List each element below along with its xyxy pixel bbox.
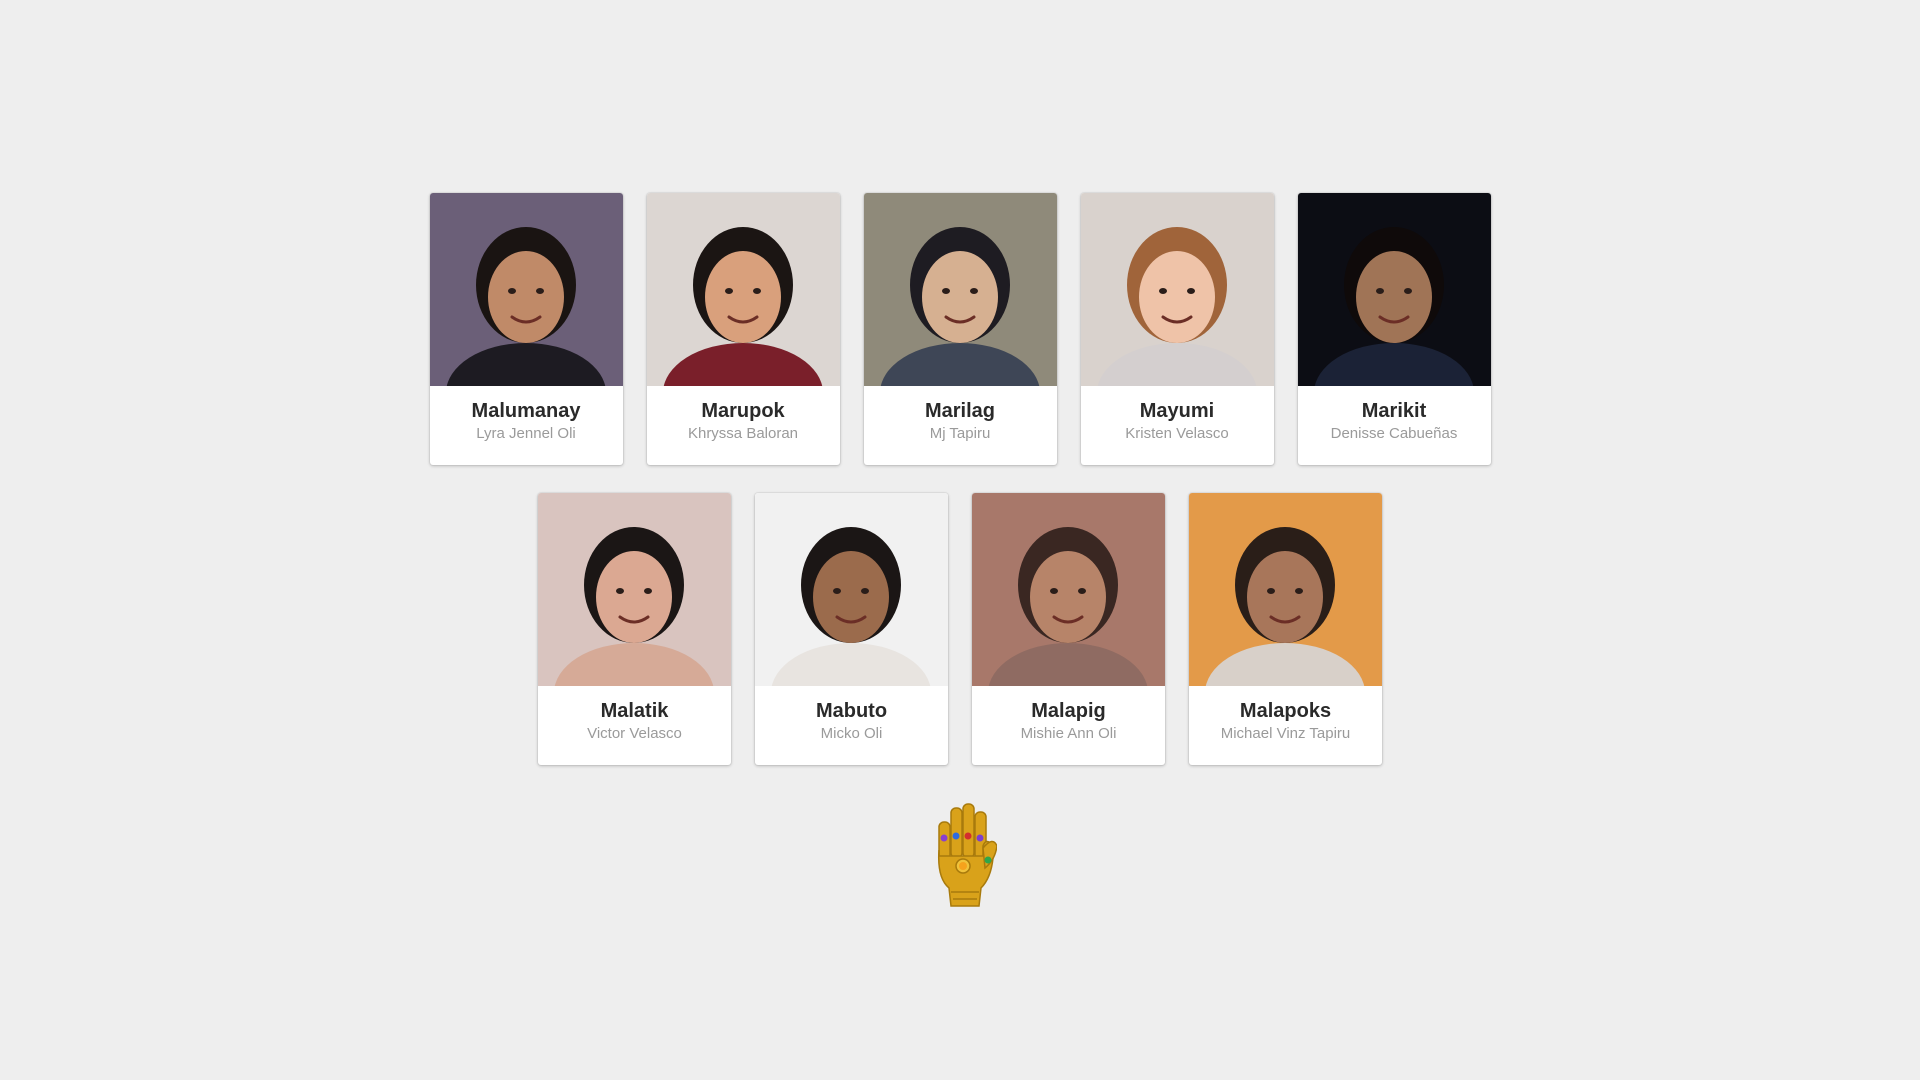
profile-photo	[1189, 493, 1382, 686]
photo-eye-left	[941, 288, 950, 294]
photo-eye-left	[1375, 288, 1384, 294]
card-name: Mj Tapiru	[929, 425, 991, 442]
card-row-1: Malumanay Lyra Jennel Oli Marupok Khryss…	[0, 193, 1920, 465]
card-nickname: Marilag	[924, 400, 996, 422]
photo-face	[1138, 251, 1215, 343]
card-marikit[interactable]: Marikit Denisse Cabueñas	[1297, 193, 1491, 465]
photo-face	[704, 251, 781, 343]
card-mabuto[interactable]: Mabuto Micko Oli	[755, 493, 948, 765]
profile-photo	[755, 493, 948, 686]
card-caption: Mabuto Micko Oli	[755, 686, 948, 765]
photo-eye-left	[1267, 588, 1275, 594]
card-mayumi[interactable]: Mayumi Kristen Velasco	[1080, 193, 1274, 465]
photo-face	[1247, 551, 1323, 643]
portrait-photo	[1189, 493, 1382, 686]
photo-eye-left	[724, 288, 733, 294]
portrait-photo	[755, 493, 948, 686]
card-marupok[interactable]: Marupok Khryssa Baloran	[646, 193, 840, 465]
photo-face	[1355, 251, 1432, 343]
card-name: Mishie Ann Oli	[1020, 725, 1117, 742]
card-name: Denisse Cabueñas	[1330, 425, 1458, 442]
photo-eye-right	[752, 288, 761, 294]
card-nickname: Mabuto	[815, 700, 888, 722]
card-caption: Malapig Mishie Ann Oli	[972, 686, 1165, 765]
card-name: Kristen Velasco	[1125, 425, 1229, 442]
card-malumanay[interactable]: Malumanay Lyra Jennel Oli	[429, 193, 623, 465]
portrait-photo	[972, 493, 1165, 686]
card-name: Michael Vinz Tapiru	[1220, 725, 1351, 742]
photo-face	[596, 551, 672, 643]
card-nickname: Malapoks	[1239, 700, 1332, 722]
card-name: Khryssa Baloran	[687, 425, 799, 442]
card-nickname: Marupok	[701, 400, 785, 422]
profile-photo	[1297, 193, 1491, 386]
photo-eye-left	[1158, 288, 1167, 294]
photo-face	[813, 551, 889, 643]
photo-eye-right	[1403, 288, 1412, 294]
photo-eye-right	[535, 288, 544, 294]
card-row-2: Malatik Victor Velasco Mabuto Micko Oli …	[0, 493, 1920, 765]
card-name: Victor Velasco	[587, 725, 682, 742]
portrait-photo	[863, 193, 1057, 386]
card-caption: Malapoks Michael Vinz Tapiru	[1189, 686, 1382, 765]
photo-eye-right	[1295, 588, 1303, 594]
photo-eye-right	[969, 288, 978, 294]
card-nickname: Mayumi	[1139, 400, 1215, 422]
page-stage: Malumanay Lyra Jennel Oli Marupok Khryss…	[0, 0, 1920, 1080]
card-malapig[interactable]: Malapig Mishie Ann Oli	[972, 493, 1165, 765]
photo-eye-right	[644, 588, 652, 594]
photo-face	[1030, 551, 1106, 643]
card-caption: Marilag Mj Tapiru	[864, 386, 1057, 465]
card-malatik[interactable]: Malatik Victor Velasco	[538, 493, 731, 765]
card-caption: Malumanay Lyra Jennel Oli	[430, 386, 623, 465]
card-caption: Mayumi Kristen Velasco	[1081, 386, 1274, 465]
photo-face	[921, 251, 998, 343]
card-caption: Malatik Victor Velasco	[538, 686, 731, 765]
photo-eye-right	[861, 588, 869, 594]
card-caption: Marikit Denisse Cabueñas	[1298, 386, 1491, 465]
profile-photo	[538, 493, 731, 686]
card-nickname: Marikit	[1361, 400, 1427, 422]
photo-eye-left	[833, 588, 841, 594]
portrait-photo	[1297, 193, 1491, 386]
profile-photo	[1080, 193, 1274, 386]
card-caption: Marupok Khryssa Baloran	[647, 386, 840, 465]
card-name: Micko Oli	[820, 725, 883, 742]
portrait-photo	[646, 193, 840, 386]
portrait-photo	[538, 493, 731, 686]
photo-eye-right	[1186, 288, 1195, 294]
photo-eye-left	[1050, 588, 1058, 594]
portrait-photo	[1080, 193, 1274, 386]
profile-photo	[646, 193, 840, 386]
profile-photo	[972, 493, 1165, 686]
card-nickname: Malapig	[1031, 700, 1106, 722]
card-nickname: Malatik	[600, 700, 669, 722]
photo-eye-left	[616, 588, 624, 594]
photo-face	[487, 251, 564, 343]
card-malapoks[interactable]: Malapoks Michael Vinz Tapiru	[1189, 493, 1382, 765]
infinity-gauntlet-icon[interactable]	[931, 800, 997, 910]
photo-eye-left	[507, 288, 516, 294]
profile-photo	[863, 193, 1057, 386]
photo-eye-right	[1078, 588, 1086, 594]
profile-photo	[429, 193, 623, 386]
card-nickname: Malumanay	[471, 400, 581, 422]
portrait-photo	[429, 193, 623, 386]
card-name: Lyra Jennel Oli	[476, 425, 576, 442]
card-marilag[interactable]: Marilag Mj Tapiru	[863, 193, 1057, 465]
